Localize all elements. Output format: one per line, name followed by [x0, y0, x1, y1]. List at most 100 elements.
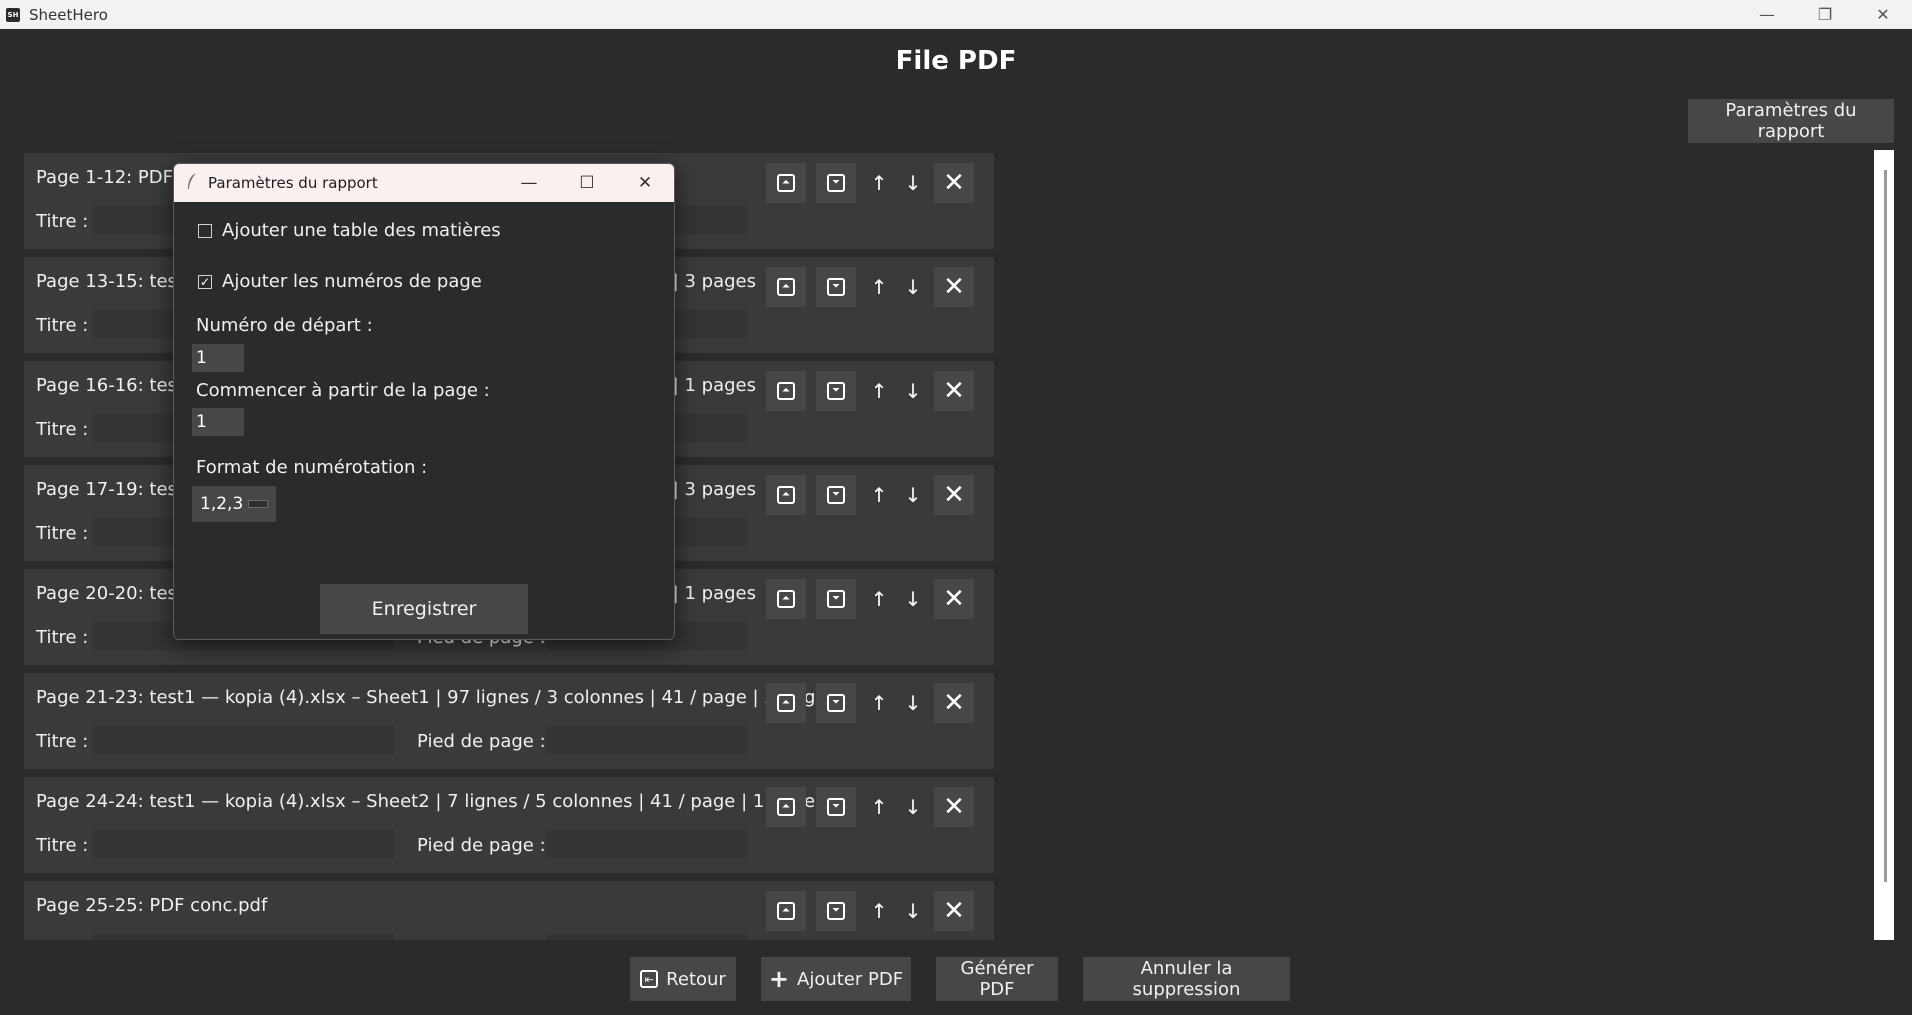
row-actions: ⏶ ⏷ ↑ ↓ ✕: [766, 787, 984, 827]
move-up-icon[interactable]: ↑: [866, 787, 892, 827]
page-numbers-checkbox-row[interactable]: ✓ Ajouter les numéros de page: [198, 271, 482, 292]
pdf-row-label-suffix: | 1 pages: [672, 583, 756, 604]
move-down-icon[interactable]: ↓: [900, 579, 926, 619]
move-up-icon[interactable]: ↑: [866, 683, 892, 723]
move-down-icon[interactable]: ↓: [900, 683, 926, 723]
back-button[interactable]: ⇤ Retour: [630, 957, 736, 1001]
move-down-icon[interactable]: ↓: [900, 267, 926, 307]
move-to-bottom-button[interactable]: ⏷: [816, 787, 856, 827]
pdf-row: Page 25-25: PDF conc.pdf Titre : Pied de p…: [24, 881, 994, 940]
undo-delete-button[interactable]: Annuler la suppression: [1083, 957, 1290, 1001]
minimize-icon[interactable]: —: [1738, 0, 1796, 29]
remove-row-icon[interactable]: ✕: [934, 267, 974, 307]
move-to-top-button[interactable]: ⏶: [766, 371, 806, 411]
toc-checkbox[interactable]: [198, 223, 212, 238]
start-number-input[interactable]: 1: [192, 344, 244, 372]
row-actions: ⏶ ⏷ ↑ ↓ ✕: [766, 579, 984, 619]
row-actions: ⏶ ⏷ ↑ ↓ ✕: [766, 683, 984, 723]
footer-input[interactable]: [546, 726, 748, 754]
move-down-icon[interactable]: ↓: [900, 891, 926, 931]
move-to-top-button[interactable]: ⏶: [766, 787, 806, 827]
scrollbar-thumb[interactable]: [1884, 170, 1887, 882]
move-to-bottom-icon: ⏷: [827, 590, 845, 608]
move-to-top-button[interactable]: ⏶: [766, 683, 806, 723]
start-page-input[interactable]: 1: [192, 408, 244, 436]
title-input[interactable]: [92, 830, 394, 858]
move-to-top-icon: ⏶: [777, 174, 795, 192]
toc-checkbox-row[interactable]: Ajouter une table des matières: [198, 220, 501, 241]
remove-row-icon[interactable]: ✕: [934, 371, 974, 411]
add-pdf-label: Ajouter PDF: [797, 968, 904, 990]
remove-row-icon[interactable]: ✕: [934, 683, 974, 723]
move-up-icon[interactable]: ↑: [866, 371, 892, 411]
move-to-bottom-button[interactable]: ⏷: [816, 163, 856, 203]
title-input[interactable]: [92, 934, 394, 940]
remove-row-icon[interactable]: ✕: [934, 475, 974, 515]
move-up-icon[interactable]: ↑: [866, 475, 892, 515]
move-down-icon[interactable]: ↓: [900, 475, 926, 515]
move-up-icon[interactable]: ↑: [866, 891, 892, 931]
move-to-top-button[interactable]: ⏶: [766, 891, 806, 931]
title-field-label: Titre :: [36, 523, 89, 544]
move-down-icon[interactable]: ↓: [900, 163, 926, 203]
move-to-bottom-button[interactable]: ⏷: [816, 891, 856, 931]
format-select[interactable]: 1,2,3: [192, 486, 276, 522]
move-up-icon[interactable]: ↑: [866, 267, 892, 307]
title-input[interactable]: [92, 726, 394, 754]
move-to-top-icon: ⏶: [777, 590, 795, 608]
move-to-top-button[interactable]: ⏶: [766, 163, 806, 203]
move-to-bottom-button[interactable]: ⏷: [816, 683, 856, 723]
move-to-top-button[interactable]: ⏶: [766, 267, 806, 307]
move-to-bottom-button[interactable]: ⏷: [816, 579, 856, 619]
remove-row-icon[interactable]: ✕: [934, 579, 974, 619]
start-number-label: Numéro de départ :: [196, 315, 373, 336]
add-pdf-button[interactable]: + Ajouter PDF: [761, 957, 911, 1001]
pdf-row-label: Page 24-24: test1 — kopia (4).xlsx – She…: [36, 791, 825, 812]
move-to-bottom-icon: ⏷: [827, 694, 845, 712]
dialog-titlebar[interactable]: Paramètres du rapport — ☐ ✕: [174, 164, 674, 202]
move-to-bottom-button[interactable]: ⏷: [816, 267, 856, 307]
dialog-controls: — ☐ ✕: [500, 164, 674, 202]
footer-input[interactable]: [546, 934, 748, 940]
move-to-top-icon: ⏶: [777, 798, 795, 816]
move-to-top-button[interactable]: ⏶: [766, 579, 806, 619]
move-to-bottom-button[interactable]: ⏷: [816, 371, 856, 411]
pdf-row-label: Page 13-15: test1: [36, 271, 196, 292]
move-to-bottom-button[interactable]: ⏷: [816, 475, 856, 515]
move-to-bottom-icon: ⏷: [827, 382, 845, 400]
dialog-minimize-icon[interactable]: —: [500, 164, 558, 202]
save-button[interactable]: Enregistrer: [320, 584, 528, 634]
row-actions: ⏶ ⏷ ↑ ↓ ✕: [766, 371, 984, 411]
restore-icon[interactable]: ❐: [1796, 0, 1854, 29]
remove-row-icon[interactable]: ✕: [934, 163, 974, 203]
title-field-label: Titre :: [36, 315, 89, 336]
title-field-label: Titre :: [36, 939, 88, 940]
remove-row-icon[interactable]: ✕: [934, 891, 974, 931]
dialog-title: Paramètres du rapport: [208, 174, 378, 192]
report-settings-button[interactable]: Paramètres du rapport: [1688, 99, 1894, 143]
window-titlebar: SH SheetHero — ❐ ✕: [0, 0, 1912, 29]
move-to-bottom-icon: ⏷: [827, 902, 845, 920]
move-up-icon[interactable]: ↑: [866, 163, 892, 203]
dialog-close-icon[interactable]: ✕: [616, 164, 674, 202]
move-to-top-icon: ⏶: [777, 486, 795, 504]
start-page-label: Commencer à partir de la page :: [196, 380, 490, 401]
move-to-top-icon: ⏶: [777, 694, 795, 712]
dialog-maximize-icon[interactable]: ☐: [558, 164, 616, 202]
move-to-top-button[interactable]: ⏶: [766, 475, 806, 515]
move-down-icon[interactable]: ↓: [900, 787, 926, 827]
page-numbers-checkbox[interactable]: ✓: [198, 274, 212, 289]
footer-input[interactable]: [546, 830, 748, 858]
move-to-bottom-icon: ⏷: [827, 278, 845, 296]
footer-field-label: Pied de page :: [417, 939, 546, 940]
title-field-label: Titre :: [36, 419, 89, 440]
generate-pdf-button[interactable]: Générer PDF: [936, 957, 1058, 1001]
move-up-icon[interactable]: ↑: [866, 579, 892, 619]
footer-field-label: Pied de page :: [417, 731, 546, 752]
close-icon[interactable]: ✕: [1854, 0, 1912, 29]
move-down-icon[interactable]: ↓: [900, 371, 926, 411]
remove-row-icon[interactable]: ✕: [934, 787, 974, 827]
report-settings-dialog: Paramètres du rapport — ☐ ✕ Ajouter une …: [173, 163, 675, 640]
title-field-label: Titre :: [36, 211, 89, 232]
feather-icon: [186, 172, 202, 194]
